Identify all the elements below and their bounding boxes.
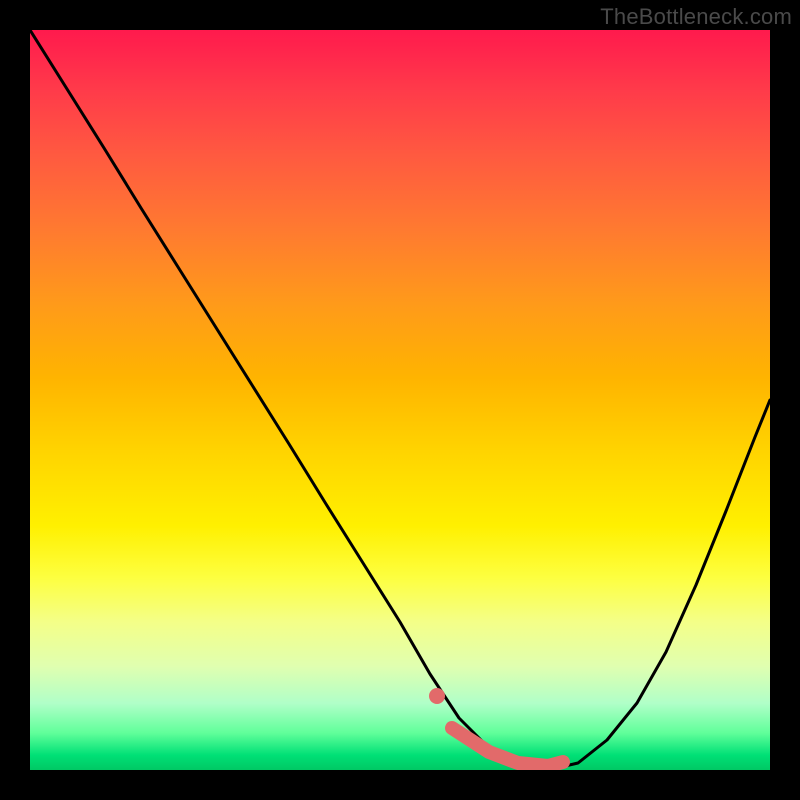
plot-area (30, 30, 770, 770)
bottleneck-curve (30, 30, 770, 770)
optimal-range-highlight (452, 728, 563, 766)
chart-frame: TheBottleneck.com (0, 0, 800, 800)
watermark-text: TheBottleneck.com (600, 4, 792, 30)
highlight-dot (429, 688, 445, 704)
curve-svg (30, 30, 770, 770)
